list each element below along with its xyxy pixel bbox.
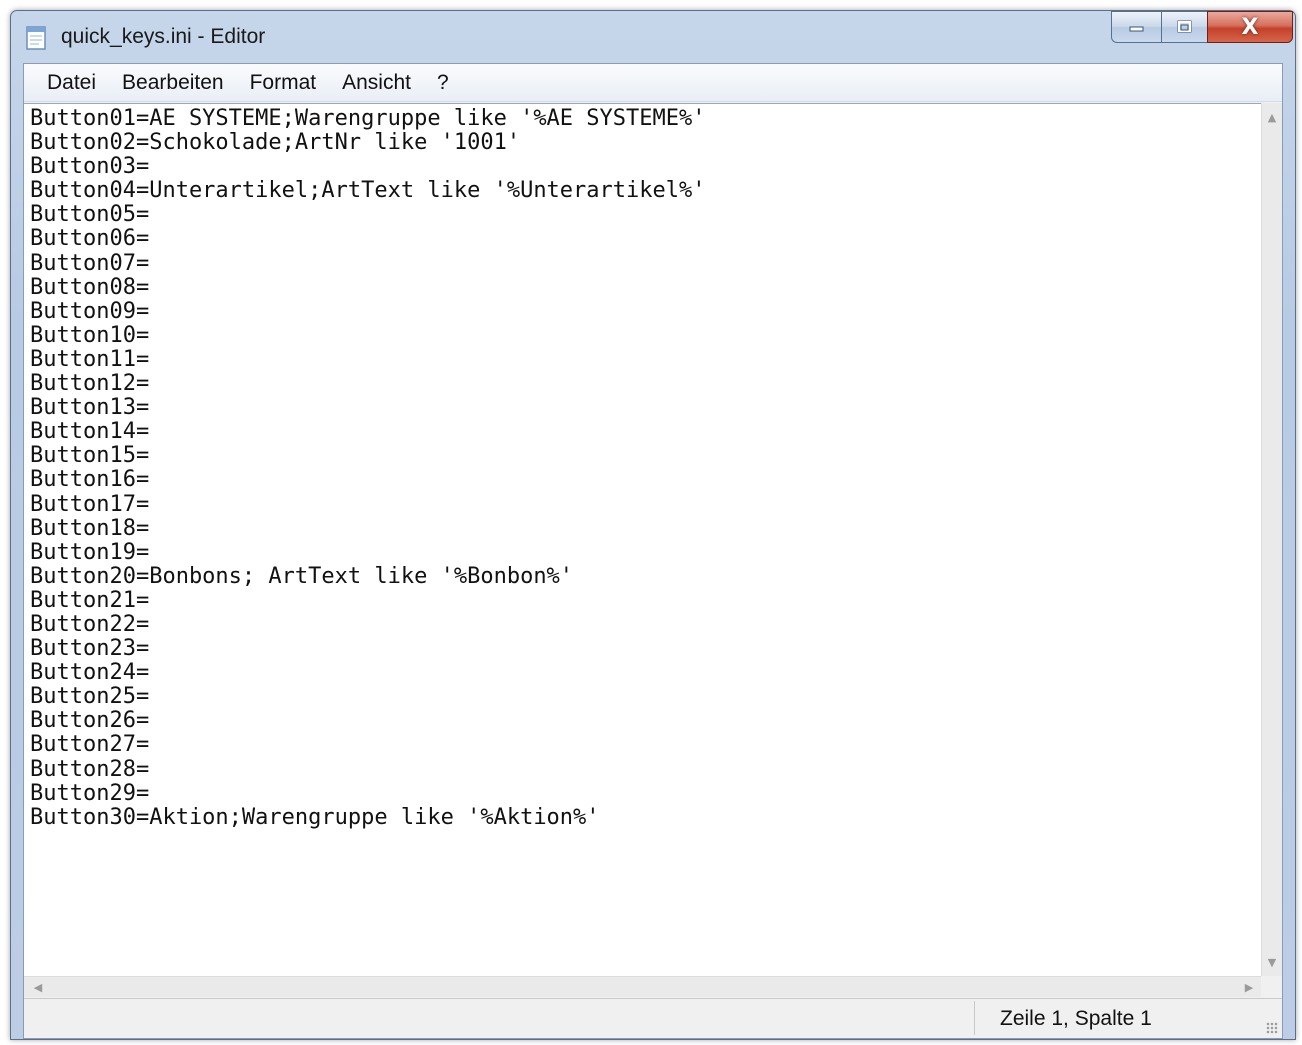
maximize-button[interactable] — [1161, 11, 1207, 43]
status-bar: Zeile 1, Spalte 1 — [24, 998, 1282, 1038]
status-divider — [974, 1001, 975, 1035]
horizontal-scrollbar[interactable]: ◀ ▶ — [24, 976, 1263, 997]
editor-content[interactable]: Button01=AE SYSTEME;Warengruppe like '%A… — [30, 106, 706, 830]
minimize-button[interactable] — [1111, 11, 1161, 43]
notepad-icon — [26, 26, 46, 50]
client-area: Datei Bearbeiten Format Ansicht ? Button… — [23, 63, 1283, 1039]
text-editor[interactable]: Button01=AE SYSTEME;Warengruppe like '%A… — [24, 103, 1263, 976]
title-bar[interactable]: quick_keys.ini - Editor X — [11, 11, 1295, 63]
menu-datei[interactable]: Datei — [34, 68, 109, 98]
menu-ansicht[interactable]: Ansicht — [329, 68, 424, 98]
maximize-icon — [1177, 20, 1191, 33]
caption-buttons: X — [1111, 11, 1293, 45]
vertical-scrollbar[interactable]: ▲ ▼ — [1261, 103, 1282, 976]
menu-format[interactable]: Format — [237, 68, 330, 98]
scroll-down-icon[interactable]: ▼ — [1262, 952, 1282, 972]
menu-help[interactable]: ? — [424, 68, 462, 98]
cursor-position: Zeile 1, Spalte 1 — [1000, 1007, 1152, 1030]
scroll-left-icon[interactable]: ◀ — [28, 977, 48, 997]
menu-bearbeiten[interactable]: Bearbeiten — [109, 68, 237, 98]
editor-window: quick_keys.ini - Editor X Datei Bearbeit… — [10, 10, 1296, 1040]
close-button[interactable]: X — [1207, 11, 1293, 43]
scrollbar-corner — [1261, 976, 1282, 997]
resize-grip-icon[interactable] — [1266, 1022, 1278, 1034]
window-title: quick_keys.ini - Editor — [61, 25, 266, 48]
scroll-right-icon[interactable]: ▶ — [1239, 977, 1259, 997]
scroll-up-icon[interactable]: ▲ — [1262, 107, 1282, 127]
close-icon: X — [1241, 14, 1259, 40]
minimize-icon — [1129, 26, 1143, 32]
menu-bar: Datei Bearbeiten Format Ansicht ? — [24, 64, 1282, 102]
